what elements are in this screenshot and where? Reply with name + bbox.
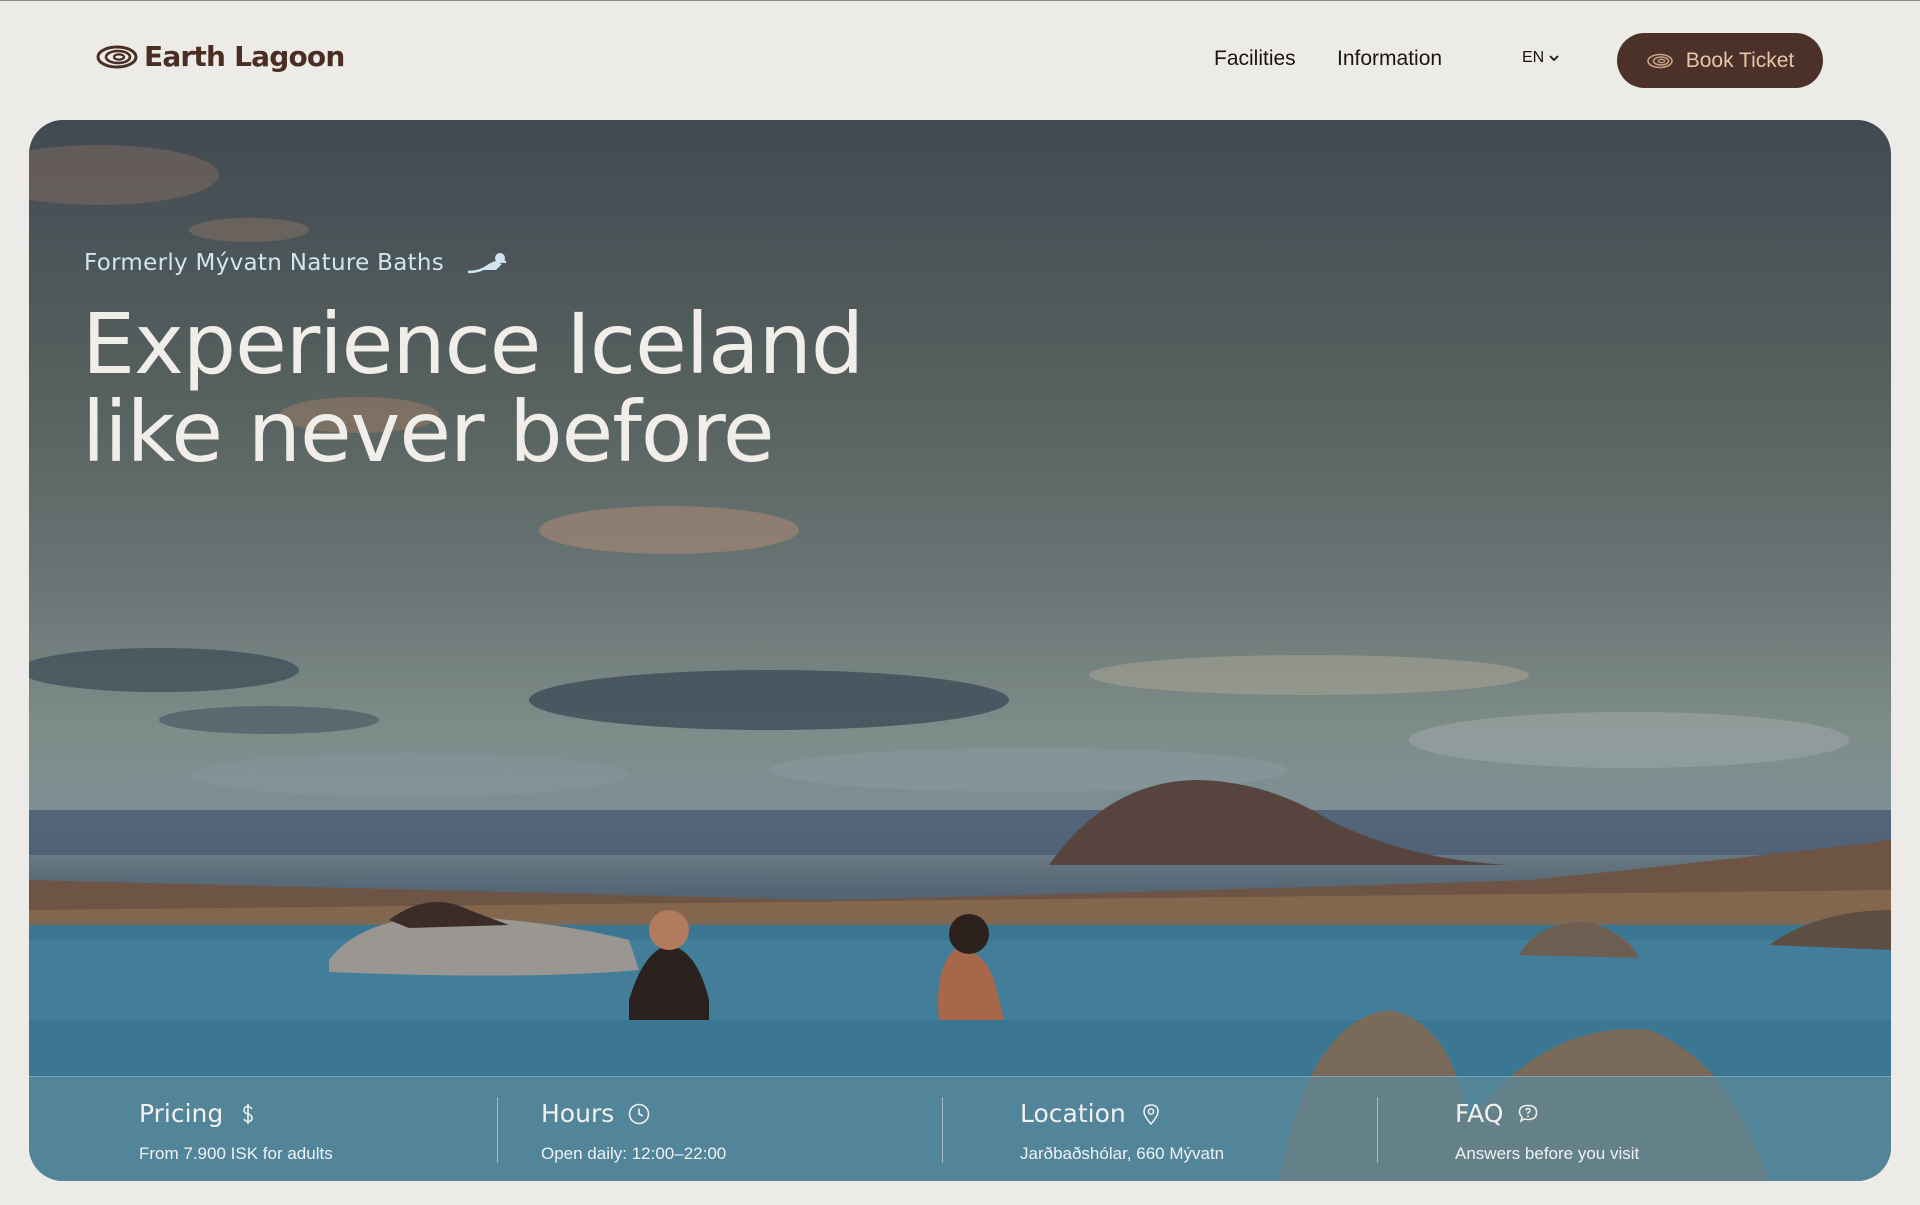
info-pricing-subtitle: From 7.900 ISK for adults <box>139 1144 333 1163</box>
site-header: Earth Lagoon Facilities Information EN B… <box>0 0 1920 120</box>
info-faq-subtitle: Answers before you visit <box>1455 1144 1640 1163</box>
chevron-down-icon <box>1549 55 1559 62</box>
nav-facilities[interactable]: Facilities <box>1214 47 1296 71</box>
lagoon-swirl-icon <box>1646 53 1673 68</box>
info-hours-label: Hours <box>541 1099 615 1128</box>
brand-name: Earth Lagoon <box>144 40 345 73</box>
brand-logo[interactable]: Earth Lagoon <box>96 40 345 73</box>
hero-headline: Experience Iceland like never before <box>82 300 982 476</box>
info-faq-label: FAQ <box>1455 1099 1504 1128</box>
clock-icon <box>628 1103 650 1124</box>
headline-line-2: like never before <box>82 383 775 481</box>
nav-information[interactable]: Information <box>1337 47 1442 71</box>
info-pricing-title: Pricing <box>139 1099 259 1128</box>
language-selector[interactable]: EN <box>1522 49 1560 67</box>
lagoon-swirl-icon <box>96 45 138 68</box>
dollar-icon <box>243 1103 254 1124</box>
chat-question-icon <box>1519 1104 1538 1123</box>
info-pricing-label: Pricing <box>139 1099 224 1128</box>
book-ticket-button[interactable]: Book Ticket <box>1617 33 1823 88</box>
hero-eyebrow: Formerly Mývatn Nature Baths <box>84 250 510 276</box>
info-location-label: Location <box>1020 1099 1126 1128</box>
hero-background-photo <box>29 145 1891 1181</box>
bather-icon <box>468 253 507 274</box>
divider <box>1377 1097 1378 1163</box>
language-label: EN <box>1522 49 1545 66</box>
info-hours-title: Hours <box>541 1099 650 1128</box>
info-hours-subtitle: Open daily: 12:00–22:00 <box>541 1144 727 1163</box>
headline-line-1: Experience Iceland <box>82 295 864 393</box>
info-location-subtitle: Jarðbaðshólar, 660 Mývatn <box>1020 1144 1225 1163</box>
info-location-title: Location <box>1020 1099 1162 1128</box>
eyebrow-text: Formerly Mývatn Nature Baths <box>84 250 445 276</box>
info-bar: Pricing From 7.900 ISK for adults Hours … <box>29 1076 1891 1181</box>
book-ticket-label: Book Ticket <box>1685 48 1795 72</box>
hero-section: Formerly Mývatn Nature Baths Experience … <box>29 120 1891 1181</box>
map-pin-icon <box>1142 1103 1159 1125</box>
divider <box>497 1097 498 1163</box>
divider <box>942 1097 943 1163</box>
info-faq-title: FAQ <box>1455 1099 1539 1128</box>
